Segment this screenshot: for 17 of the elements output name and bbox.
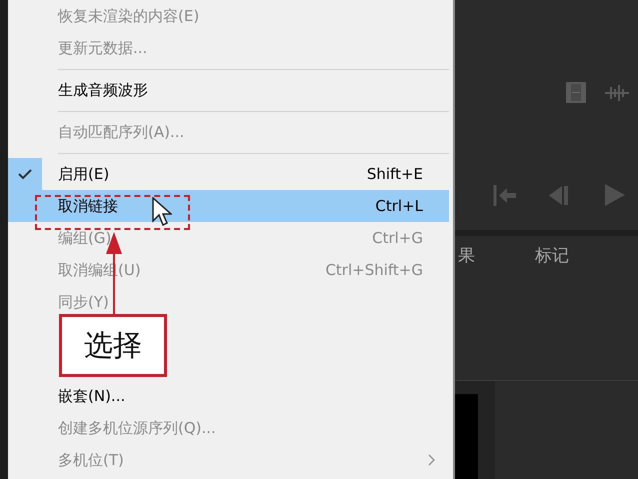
menu-item[interactable]: 生成音频波形 — [8, 74, 449, 106]
panel-tab[interactable]: 标记 — [535, 244, 569, 380]
menu-item[interactable]: 启用(E) Shift+E — [8, 158, 449, 190]
callout-label: 选择 — [59, 314, 167, 377]
cursor-icon — [152, 197, 172, 227]
previous-frame-icon[interactable] — [549, 186, 569, 205]
menu-item[interactable]: 嵌套(N)... — [8, 380, 449, 412]
step-back-icon[interactable] — [491, 185, 516, 206]
shortcut-text: Shift+E — [366, 164, 423, 185]
panel-tab[interactable]: 果 — [458, 244, 475, 380]
menu-item[interactable]: 取消链接 Ctrl+L — [8, 190, 449, 222]
shortcut-text: Ctrl+Shift+G — [325, 260, 423, 281]
shortcut-text: Ctrl+L — [375, 196, 423, 217]
play-icon[interactable] — [605, 184, 625, 206]
waveform-icon[interactable] — [605, 85, 629, 101]
film-icon[interactable] — [566, 82, 586, 103]
shortcut-text: Ctrl+G — [372, 228, 423, 249]
